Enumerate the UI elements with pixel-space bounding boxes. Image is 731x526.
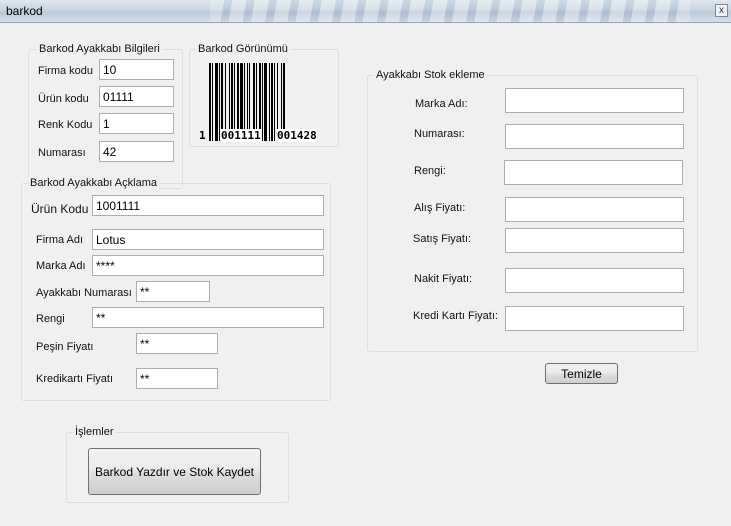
barcode-bar <box>262 63 263 141</box>
barcode-bar <box>271 63 273 141</box>
renk-kodu-input[interactable] <box>99 113 174 134</box>
ayakkabi-numarasi-input[interactable] <box>136 281 210 302</box>
stock-alis-fiyati-input[interactable] <box>505 197 684 222</box>
print-and-save-button[interactable]: Barkod Yazdır ve Stok Kaydet <box>88 448 261 495</box>
urun-kodu-input[interactable] <box>99 86 174 107</box>
stock-alis-fiyati-label: Alış Fiyatı: <box>414 202 466 214</box>
renk-kodu-label: Renk Kodu <box>38 119 93 131</box>
stock-nakit-fiyati-input[interactable] <box>505 268 684 293</box>
stock-nakit-fiyati-label: Nakit Fiyatı: <box>414 273 473 285</box>
stock-kredi-karti-fiyati-input[interactable] <box>505 306 684 331</box>
barcode-bar <box>264 63 267 141</box>
marka-adi-input[interactable] <box>92 255 324 276</box>
urun-kodu-label: Ürün kodu <box>38 93 89 105</box>
stock-marka-label: Marka Adı: <box>415 98 468 110</box>
barcode-digits-right: 001428 <box>277 129 317 142</box>
stock-rengi-label: Rengi: <box>414 165 446 177</box>
barcode-bar <box>274 63 275 141</box>
barcode-bar <box>212 63 213 141</box>
barcode-digits-mid: 001111 <box>221 129 261 142</box>
pesin-fiyati-label: Peşin Fiyatı <box>36 341 94 353</box>
stock-marka-input[interactable] <box>505 88 684 113</box>
stock-kredi-karti-fiyati-label: Kredi Kartı Fiyatı: <box>413 310 498 322</box>
rengi-label: Rengi <box>36 313 65 325</box>
form-client-area: Barkod Ayakkabı Bilgileri Firma kodu Ürü… <box>0 23 731 526</box>
barcode-bar <box>209 63 211 141</box>
urun-kodu-desc-input[interactable] <box>92 195 324 216</box>
pesin-fiyati-input[interactable] <box>136 333 218 354</box>
firma-adi-input[interactable] <box>92 229 324 250</box>
ayakkabi-numarasi-label: Ayakkabı Numarası <box>36 287 132 299</box>
group-actions-legend: İşlemler <box>73 426 116 438</box>
group-description-legend: Barkod Ayakkabı Açklama <box>28 177 159 189</box>
group-barcode-legend: Barkod Görünümü <box>196 43 290 55</box>
barcode-digit-left: 1 <box>199 129 206 142</box>
stock-numarasi-label: Numarası: <box>414 128 465 140</box>
urun-kodu-desc-label: Ürün Kodu <box>31 202 89 216</box>
window-title: barkod <box>6 4 43 18</box>
numarasi-label: Numarası <box>38 147 86 159</box>
firma-kodu-label: Firma kodu <box>38 65 94 77</box>
marka-adi-label: Marka Adı <box>36 260 86 272</box>
kredikarti-fiyati-label: Kredikartı Fiyatı <box>36 373 114 385</box>
close-button[interactable]: x <box>715 4 728 17</box>
stock-numarasi-input[interactable] <box>505 124 684 149</box>
rengi-input[interactable] <box>92 307 324 328</box>
kredikarti-fiyati-input[interactable] <box>136 368 218 389</box>
title-bar: barkod x <box>0 0 731 23</box>
barcode-image: 1 001111 001428 <box>199 63 327 163</box>
barcode-bar <box>219 63 220 141</box>
numarasi-input[interactable] <box>99 141 174 162</box>
firma-adi-label: Firma Adı <box>36 234 84 246</box>
clear-button[interactable]: Temizle <box>545 363 618 384</box>
group-shoe-info-legend: Barkod Ayakkabı Bilgileri <box>37 43 162 55</box>
title-bar-background <box>210 0 690 22</box>
barcode-bar <box>269 63 270 141</box>
barcode-bar <box>215 63 218 141</box>
group-stock-legend: Ayakkabı Stok ekleme <box>374 69 487 81</box>
stock-rengi-input[interactable] <box>504 160 683 185</box>
firma-kodu-input[interactable] <box>99 59 174 80</box>
stock-satis-fiyati-label: Satış Fiyatı: <box>413 233 472 245</box>
stock-satis-fiyati-input[interactable] <box>505 228 684 253</box>
